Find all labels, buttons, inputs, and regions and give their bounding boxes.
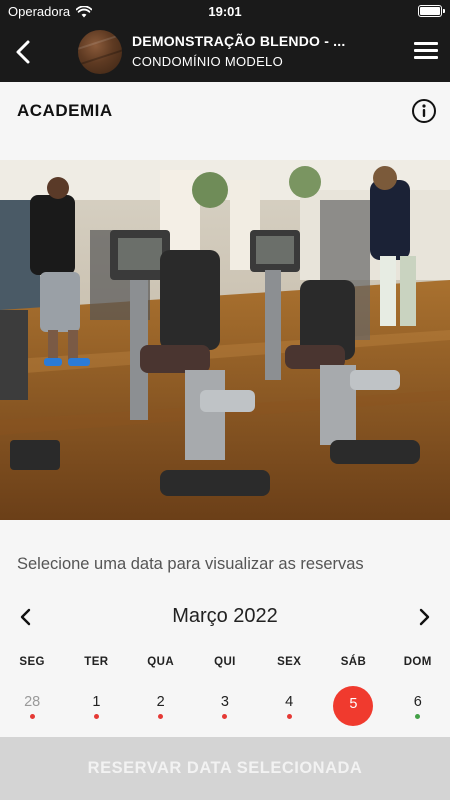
month-navigation: Março 2022 (0, 600, 450, 634)
weekday-label: QUI (214, 656, 236, 668)
back-arrow-icon[interactable] (10, 38, 38, 66)
section-title: ACADEMIA (17, 101, 113, 120)
calendar-day[interactable]: 6 (386, 686, 450, 726)
calendar-day-number: 2 (156, 694, 165, 710)
navbar-title: DEMONSTRAÇÃO BLENDO - ... (132, 33, 346, 49)
calendar-day-number: 28 (24, 694, 41, 710)
navbar-titles: DEMONSTRAÇÃO BLENDO - ... CONDOMÍNIO MOD… (132, 33, 392, 69)
calendar-day-number: 5 (349, 696, 358, 712)
gym-photo-illustration (0, 160, 450, 520)
navbar: DEMONSTRAÇÃO BLENDO - ... CONDOMÍNIO MOD… (0, 22, 450, 82)
weekday-header: SEG TER QUA QUI SEX SÁB DOM (0, 656, 450, 668)
weekday-label: SÁB (340, 656, 367, 668)
status-bar: Operadora 19:01 (0, 0, 450, 22)
calendar-day[interactable]: 28 (0, 686, 64, 726)
calendar-day-number: 6 (413, 694, 422, 710)
gym-photo (0, 160, 450, 520)
weekday-label: SEG (19, 656, 45, 668)
calendar-day[interactable]: 3 (193, 686, 257, 726)
calendar-week-row: 28 1 2 3 4 5 6 (0, 686, 450, 726)
info-icon[interactable] (411, 98, 437, 124)
weekday-label: DOM (403, 656, 432, 668)
calendar-day[interactable]: 2 (129, 686, 193, 726)
weekday-label: QUA (147, 656, 175, 668)
section-header: ACADEMIA (0, 82, 450, 160)
reservation-indicator-dot (222, 714, 228, 719)
calendar-day[interactable]: 4 (257, 686, 321, 726)
weekday-label: TER (84, 656, 109, 668)
calendar-day-number: 4 (285, 694, 294, 710)
reservation-indicator-dot (286, 714, 292, 719)
navbar-subtitle: CONDOMÍNIO MODELO (132, 54, 283, 69)
battery-icon (418, 5, 445, 17)
reservation-indicator-dot (415, 714, 421, 719)
next-month-icon[interactable] (414, 607, 434, 627)
clock: 19:01 (208, 4, 242, 19)
reserve-selected-date-button[interactable]: RESERVAR DATA SELECIONADA (0, 737, 450, 800)
calendar-day-number: 3 (220, 694, 229, 710)
calendar-prompt: Selecione uma data para visualizar as re… (17, 555, 364, 573)
calendar-day[interactable]: 1 (64, 686, 128, 726)
reservation-indicator-dot (158, 714, 164, 719)
condominium-avatar (78, 30, 122, 74)
reservation-indicator-dot (29, 714, 35, 719)
calendar-day-number: 1 (92, 694, 101, 710)
month-label: Março 2022 (172, 605, 278, 627)
hamburger-menu-icon[interactable] (414, 42, 438, 62)
calendar-day-selected[interactable]: 5 (321, 686, 385, 726)
weekday-label: SEX (277, 656, 302, 668)
reservation-indicator-dot (93, 714, 99, 719)
